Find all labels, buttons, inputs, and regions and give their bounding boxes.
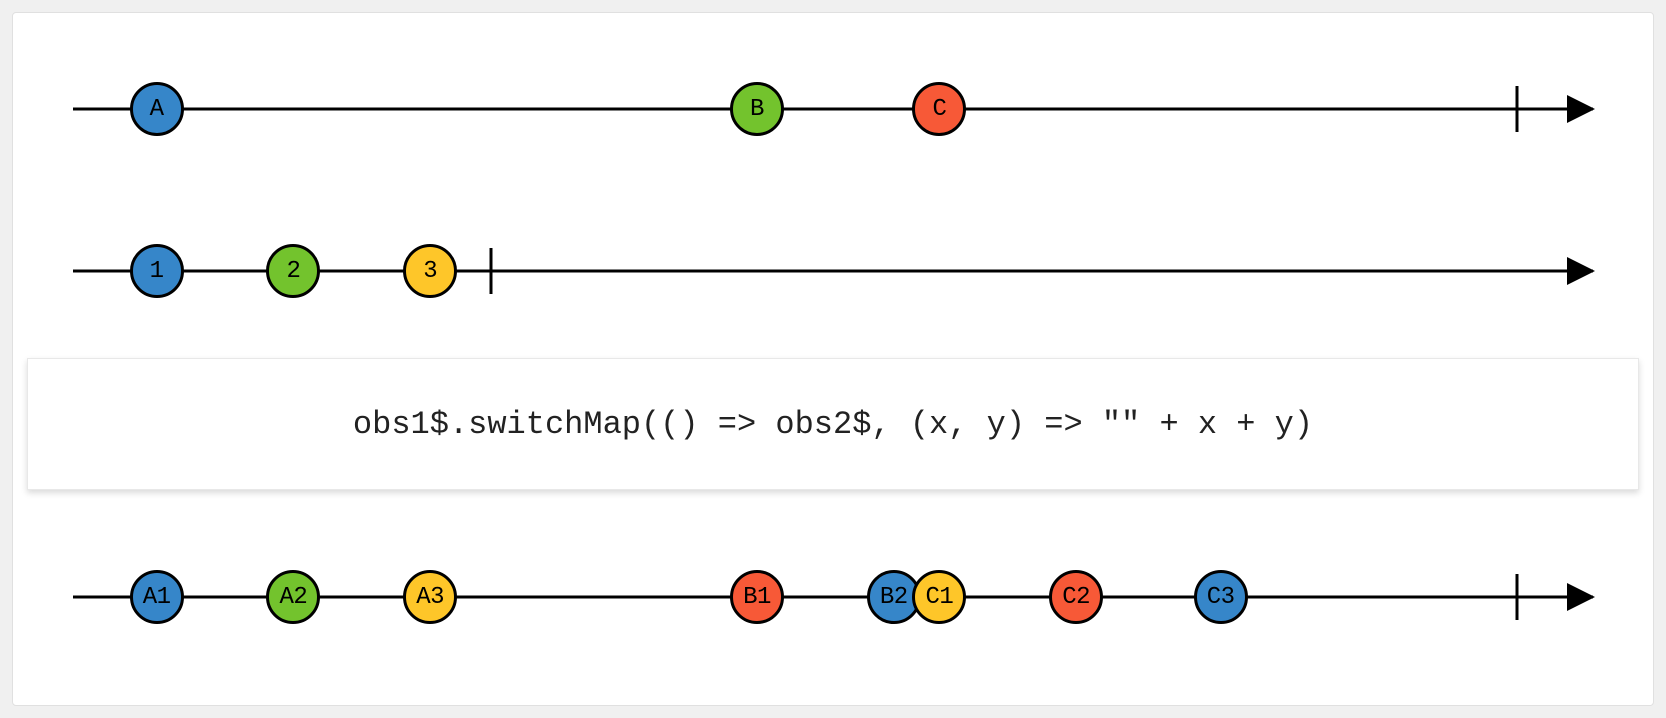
arrow-head-icon [1567, 583, 1595, 611]
marble: 2 [266, 244, 320, 298]
timeline-axis [73, 108, 1593, 111]
diagram-panel: A B C 1 2 3 obs1$.switchMap(() => obs2$, (x,… [12, 12, 1654, 706]
timeline-1: A B C [73, 69, 1593, 149]
timeline-2: 1 2 3 [73, 231, 1593, 311]
end-tick [1516, 86, 1519, 132]
marble: 1 [130, 244, 184, 298]
marble: C2 [1049, 570, 1103, 624]
marble: 3 [403, 244, 457, 298]
end-tick [490, 248, 493, 294]
marble: B1 [730, 570, 784, 624]
timeline-output: A1A2A3B1B2C1C2C3 [73, 557, 1593, 637]
marble: A3 [403, 570, 457, 624]
marble: B [730, 82, 784, 136]
operator-expression: obs1$.switchMap(() => obs2$, (x, y) => "… [353, 406, 1313, 443]
marble: C3 [1194, 570, 1248, 624]
operator-box: obs1$.switchMap(() => obs2$, (x, y) => "… [27, 358, 1639, 490]
end-tick [1516, 574, 1519, 620]
marble: C [912, 82, 966, 136]
marble: A [130, 82, 184, 136]
marble: C1 [912, 570, 966, 624]
arrow-head-icon [1567, 95, 1595, 123]
marble: A2 [266, 570, 320, 624]
marble: A1 [130, 570, 184, 624]
page: A B C 1 2 3 obs1$.switchMap(() => obs2$, (x,… [0, 0, 1666, 718]
arrow-head-icon [1567, 257, 1595, 285]
